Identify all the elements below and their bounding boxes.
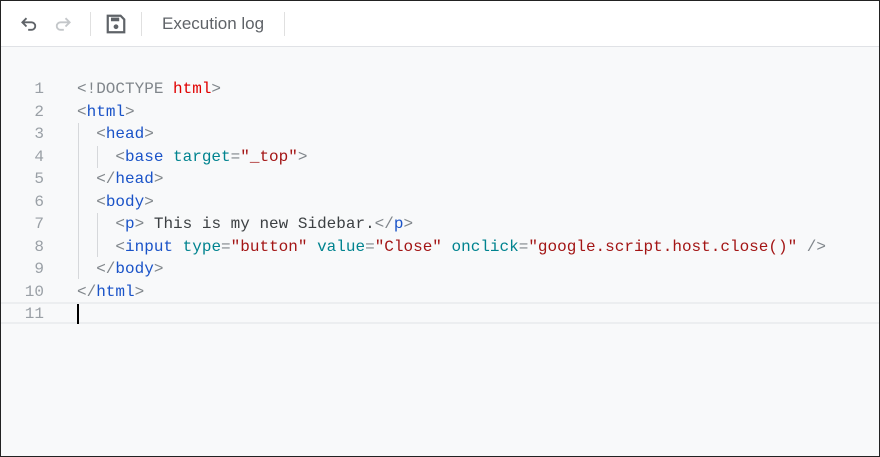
code-text: <html> xyxy=(77,101,135,123)
code-line[interactable]: 5 </head> xyxy=(1,168,879,190)
code-token-attr: onclick xyxy=(441,237,519,256)
code-line[interactable]: 9 </body> xyxy=(1,258,879,280)
line-number: 10 xyxy=(24,282,44,301)
code-token-text: This is my new Sidebar. xyxy=(144,215,375,233)
undo-icon xyxy=(21,17,37,31)
toolbar: Execution log xyxy=(1,1,879,47)
code-text: <base target="_top"> xyxy=(77,146,307,168)
code-token-bracket: = xyxy=(365,237,375,256)
save-icon xyxy=(106,14,126,33)
line-number: 6 xyxy=(34,192,44,211)
code-line[interactable]: 8 <input type="button" value="Close" onc… xyxy=(1,236,879,258)
code-token-bracket: </ xyxy=(77,282,97,301)
code-line[interactable]: 4 <base target="_top"> xyxy=(1,146,879,168)
code-line[interactable]: 3 <head> xyxy=(1,123,879,145)
code-token-tag: head xyxy=(115,170,154,188)
code-editor[interactable]: 1 <!DOCTYPE html> 2 <html> 3 <head> 4 <base t… xyxy=(1,47,879,456)
undo-button[interactable] xyxy=(17,12,41,36)
code-token-tag: body xyxy=(115,260,154,278)
code-token-bracket: = xyxy=(518,237,529,256)
save-button[interactable] xyxy=(104,12,128,36)
code-token-bracket: < xyxy=(77,102,87,121)
code-token-tag: head xyxy=(105,125,145,143)
code-token-bracket: > xyxy=(144,125,154,143)
code-text: </body> xyxy=(77,258,163,280)
code-token-tag: html xyxy=(86,102,126,121)
code-token-string: "google.script.host.close()" xyxy=(528,237,798,256)
code-token-tag: p xyxy=(125,215,135,233)
code-token-string: "button" xyxy=(230,237,308,256)
code-token-bracket: > xyxy=(144,192,154,211)
code-text: <input type="button" value="Close" oncli… xyxy=(77,236,826,258)
line-number: 9 xyxy=(34,260,44,278)
code-text: </head> xyxy=(77,168,163,190)
line-number: 4 xyxy=(34,147,44,166)
code-token-bracket: > xyxy=(134,282,145,301)
code-token-bracket: /> xyxy=(797,237,826,256)
toolbar-divider xyxy=(284,11,286,36)
code-token-tag: html xyxy=(96,282,135,301)
code-text: <body> xyxy=(77,191,154,213)
code-line[interactable]: 11 xyxy=(1,303,879,325)
code-token-attr: type xyxy=(173,237,222,256)
toolbar-divider xyxy=(90,11,91,36)
code-token-bracket: > xyxy=(403,215,414,233)
code-token-bracket: < xyxy=(77,215,126,233)
code-token-bracket: <!DOCTYPE xyxy=(77,80,174,98)
apps-script-editor-window: Execution log 1 <!DOCTYPE html> 2 <html> 3 <… xyxy=(0,0,880,457)
code-line[interactable]: 2 <html> xyxy=(1,101,879,123)
code-token-bracket: > xyxy=(153,260,164,278)
line-number: 3 xyxy=(34,125,44,143)
code-token-bracket: > xyxy=(297,147,308,166)
line-number: 5 xyxy=(34,170,44,188)
code-token-bracket: > xyxy=(153,170,164,188)
redo-button[interactable] xyxy=(51,12,75,36)
code-token-bracket: = xyxy=(221,237,231,256)
code-text: <head> xyxy=(77,123,154,145)
execution-log-button[interactable]: Execution log xyxy=(142,14,284,34)
code-line[interactable]: 7 <p> This is my new Sidebar.</p> xyxy=(1,213,879,235)
code-token-attr: value xyxy=(307,237,366,256)
code-token-attr: target xyxy=(163,147,231,166)
code-text: <!DOCTYPE html> xyxy=(77,78,221,100)
redo-icon xyxy=(55,17,71,31)
code-token-bracket: > xyxy=(211,80,222,98)
code-text: </html> xyxy=(77,281,144,303)
code-token-string: "_top" xyxy=(240,147,298,166)
code-token-bracket: > xyxy=(125,102,135,121)
code-token-tag: input xyxy=(125,237,174,256)
code-token-bracket: < xyxy=(77,237,126,256)
code-token-bracket: > xyxy=(134,215,145,233)
code-token-bracket: < xyxy=(77,192,106,211)
code-token-bracket: </ xyxy=(77,260,116,278)
code-token-bracket: < xyxy=(77,125,106,143)
code-line[interactable]: 6 <body> xyxy=(1,191,879,213)
code-token-bracket: < xyxy=(77,147,126,166)
code-text: <p> This is my new Sidebar.</p> xyxy=(77,213,413,235)
line-number: 1 xyxy=(34,80,44,98)
code-token-tag: body xyxy=(105,192,145,211)
code-token-bracket: </ xyxy=(374,215,394,233)
line-number: 7 xyxy=(34,215,44,233)
code-token-keyword: html xyxy=(173,80,212,98)
line-number: 11 xyxy=(24,305,44,323)
code-token-bracket: = xyxy=(230,147,241,166)
code-line[interactable]: 10 </html> xyxy=(1,281,879,303)
code-line[interactable]: 1 <!DOCTYPE html> xyxy=(1,78,879,100)
code-token-string: "Close" xyxy=(374,237,442,256)
code-token-bracket: </ xyxy=(77,170,116,188)
code-token-tag: base xyxy=(125,147,164,166)
line-number: 8 xyxy=(34,237,44,256)
line-number: 2 xyxy=(34,102,44,121)
